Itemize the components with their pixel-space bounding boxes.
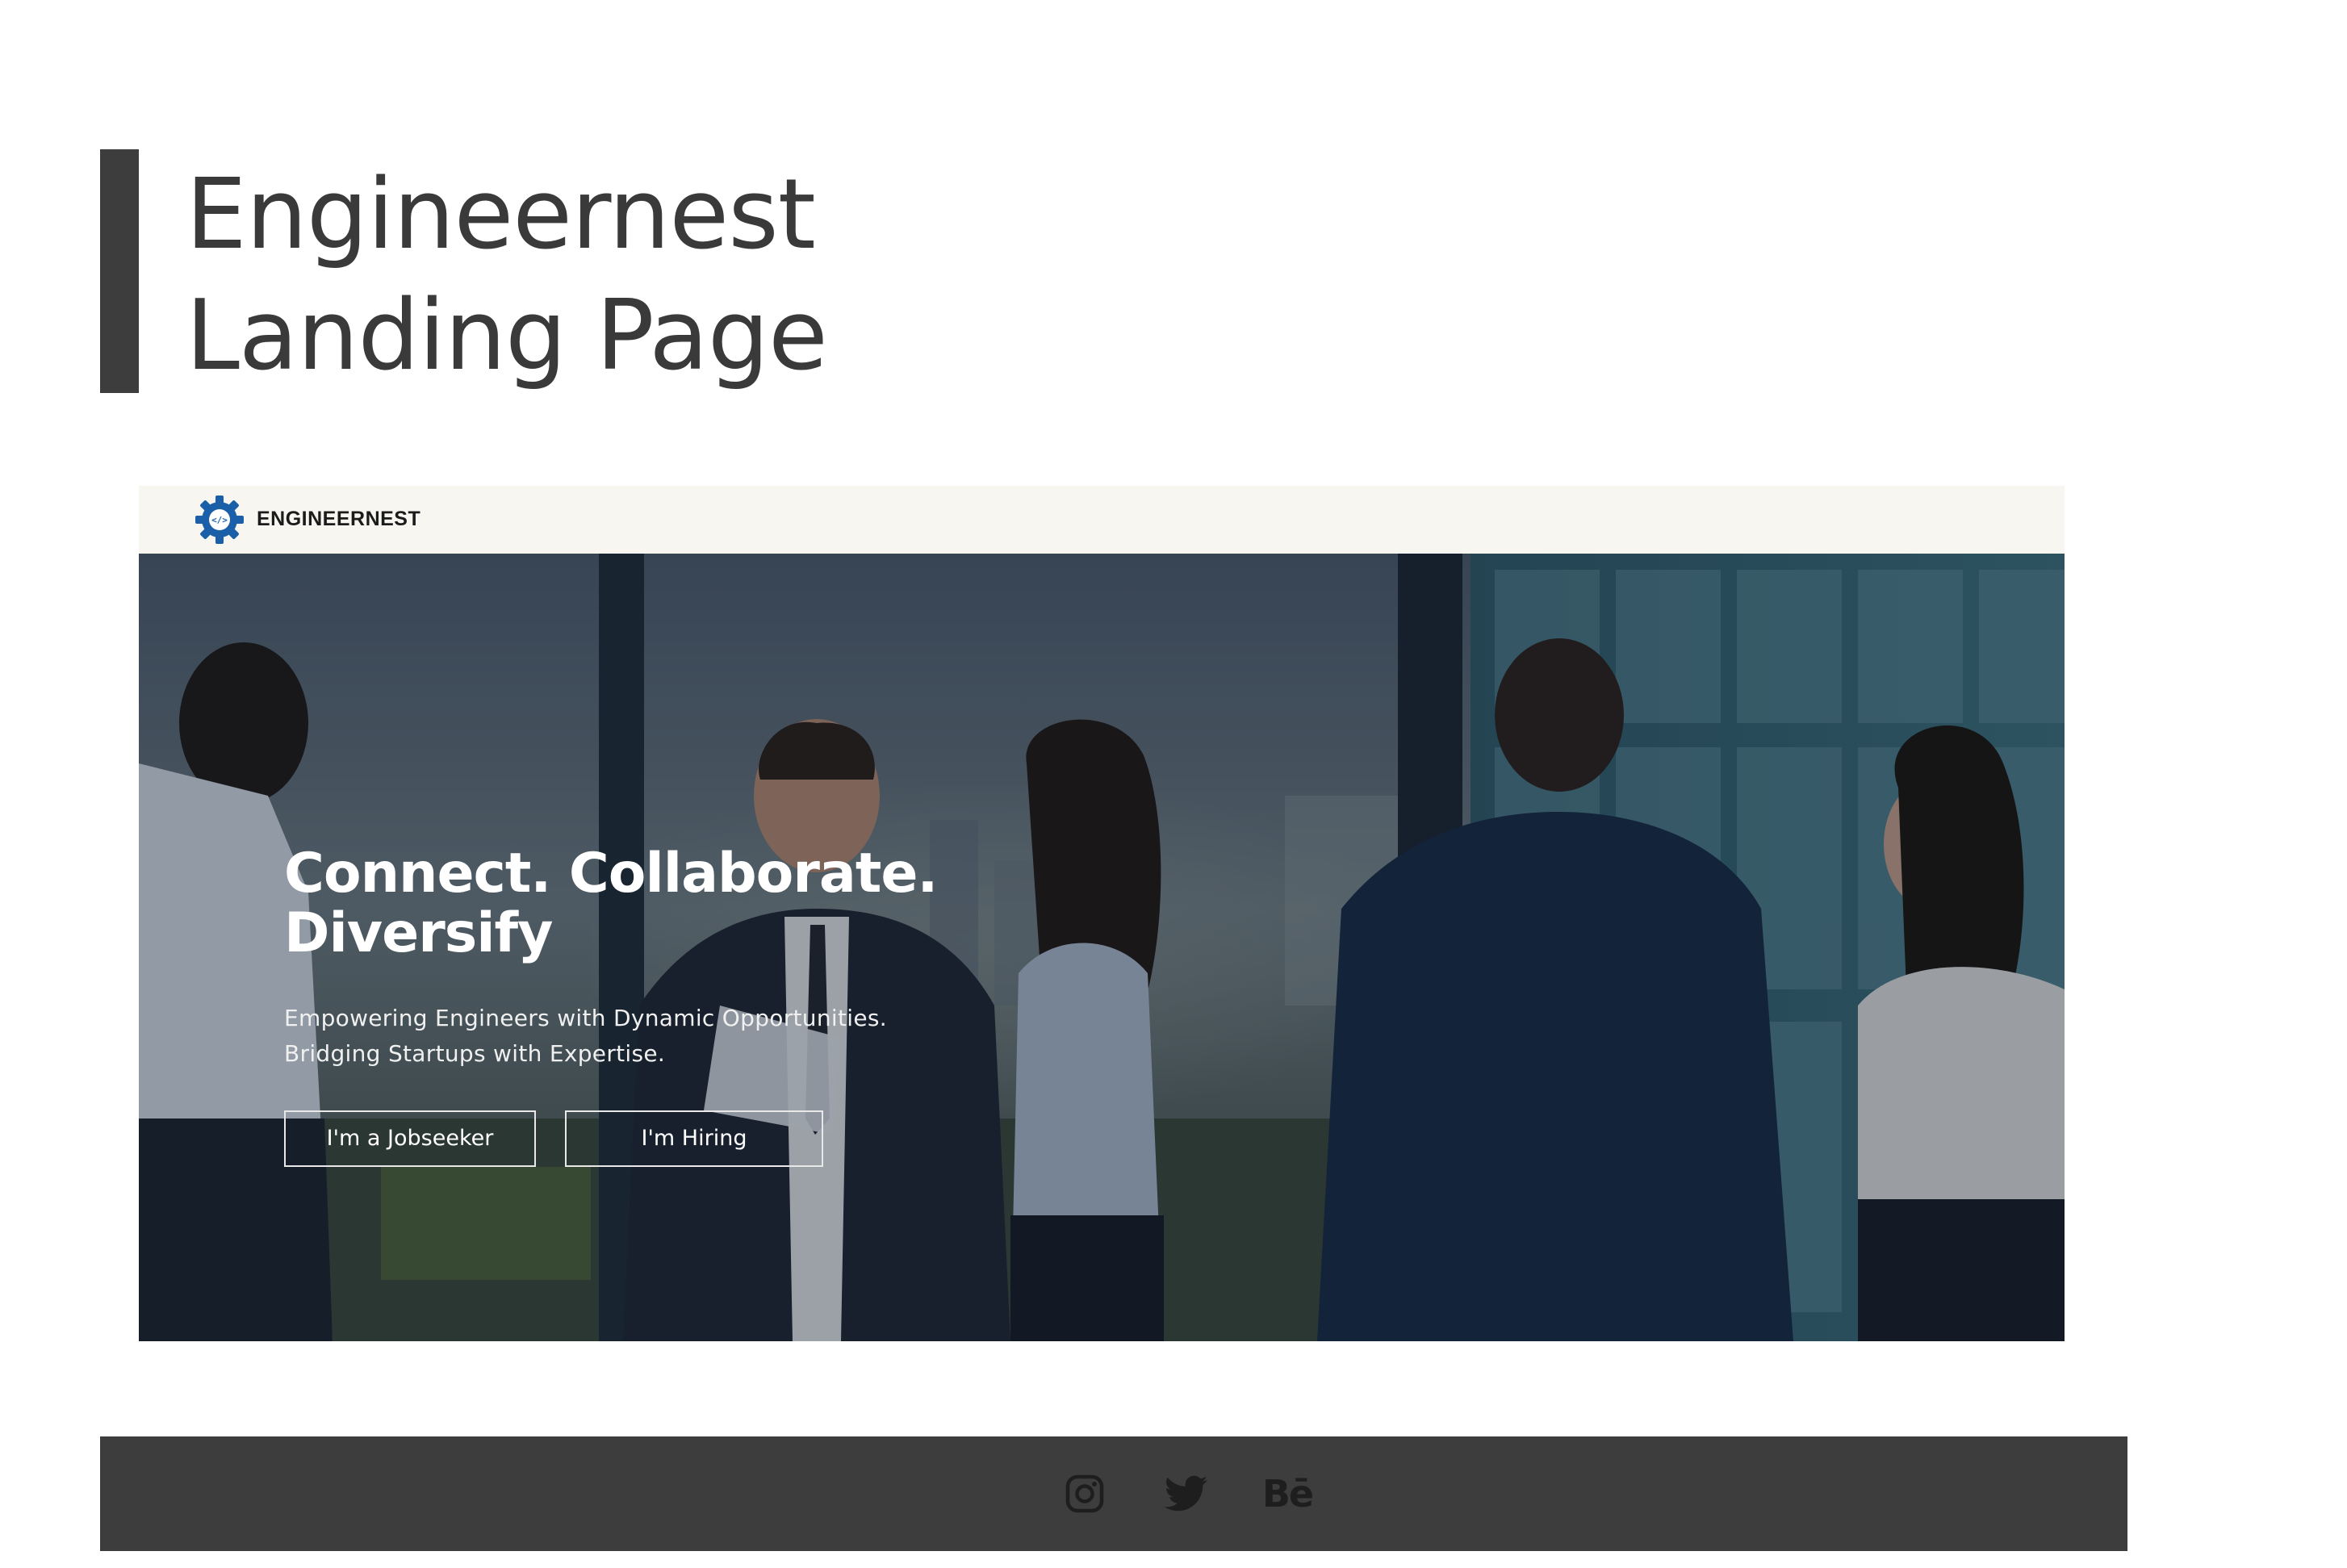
- site-navbar: </> ENGINEERNEST: [139, 486, 2065, 554]
- page-title: Engineernest Landing Page: [186, 155, 828, 397]
- behance-icon[interactable]: Bē: [1259, 1471, 1316, 1516]
- instagram-icon: [1065, 1474, 1104, 1513]
- hero-headline-line-1: Connect. Collaborate.: [284, 842, 938, 905]
- hero-section: Connect. Collaborate. Diversify Empoweri…: [139, 554, 2065, 1341]
- hero-headline: Connect. Collaborate. Diversify: [284, 842, 938, 965]
- hero-subtitle-line-1: Empowering Engineers with Dynamic Opport…: [284, 1005, 887, 1031]
- hero-headline-line-2: Diversify: [284, 901, 553, 965]
- page-title-line-1: Engineernest: [186, 159, 816, 271]
- gear-logo-icon[interactable]: </>: [194, 494, 245, 546]
- hiring-button[interactable]: I'm Hiring: [565, 1110, 823, 1167]
- instagram-link[interactable]: [1062, 1471, 1107, 1516]
- title-accent-bar: [100, 149, 139, 393]
- page-title-line-2: Landing Page: [186, 280, 828, 392]
- footer-bar: Bē: [100, 1436, 2127, 1551]
- landing-page-mockup: </> ENGINEERNEST Connect. Collaborate. D…: [139, 486, 2065, 1341]
- jobseeker-button[interactable]: I'm a Jobseeker: [284, 1110, 536, 1167]
- twitter-icon: [1165, 1475, 1208, 1512]
- hero-subtitle-line-2: Bridging Startups with Expertise.: [284, 1040, 666, 1067]
- brand-logo-glyph: </>: [211, 515, 228, 525]
- brand-name[interactable]: ENGINEERNEST: [257, 505, 420, 533]
- twitter-link[interactable]: [1162, 1471, 1211, 1516]
- hero-subtitle: Empowering Engineers with Dynamic Opport…: [284, 1001, 887, 1072]
